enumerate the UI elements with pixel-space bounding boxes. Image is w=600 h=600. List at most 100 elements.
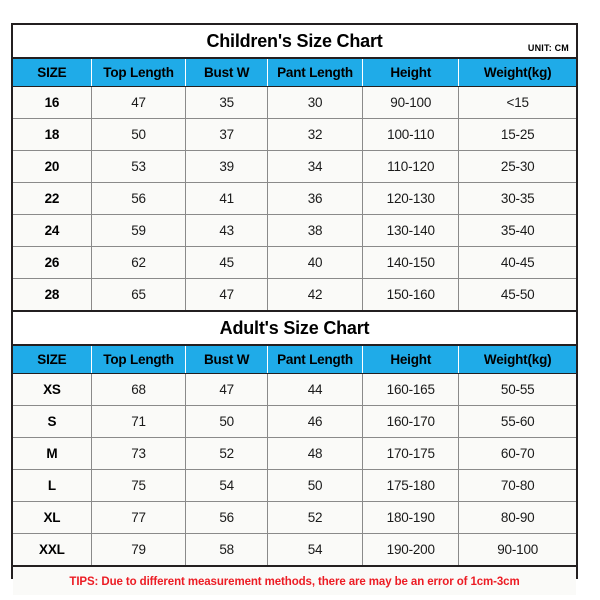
- cell-weight: 70-80: [458, 469, 576, 502]
- cell-height: 110-120: [362, 150, 460, 183]
- adult-title-cell: Adult's Size Chart: [13, 312, 576, 346]
- cell-bust-w: 56: [185, 501, 268, 534]
- column-header-weight: Weight(kg): [458, 58, 576, 87]
- cell-height: 170-175: [362, 437, 460, 470]
- cell-height: 180-190: [362, 501, 460, 534]
- children-title-cell: Children's Size Chart UNIT: CM: [13, 25, 576, 59]
- cell-bust-w: 47: [185, 373, 268, 406]
- cell-pant-length: 30: [267, 86, 364, 119]
- cell-top-length: 73: [91, 437, 187, 470]
- adult-title-row: Adult's Size Chart: [13, 312, 576, 346]
- cell-pant-length: 54: [267, 533, 364, 567]
- cell-top-length: 79: [91, 533, 187, 567]
- table-row: XXL 79 58 54 190-200 90-100: [13, 533, 576, 567]
- cell-pant-length: 50: [267, 469, 364, 502]
- cell-top-length: 53: [91, 150, 187, 183]
- cell-height: 120-130: [362, 182, 460, 215]
- cell-pant-length: 44: [267, 373, 364, 406]
- cell-size: 18: [13, 118, 92, 151]
- cell-pant-length: 46: [267, 405, 364, 438]
- size-chart-container: Children's Size Chart UNIT: CM SIZE Top …: [11, 23, 578, 595]
- table-row: 24 59 43 38 130-140 35-40: [13, 214, 576, 247]
- table-row: L 75 54 50 175-180 70-80: [13, 469, 576, 502]
- cell-height: 130-140: [362, 214, 460, 247]
- column-header-pant-length: Pant Length: [267, 345, 364, 374]
- cell-height: 160-165: [362, 373, 460, 406]
- column-header-bust-w: Bust W: [185, 345, 268, 374]
- cell-height: 190-200: [362, 533, 460, 567]
- cell-height: 160-170: [362, 405, 460, 438]
- cell-size: XL: [13, 501, 92, 534]
- column-header-top-length: Top Length: [91, 58, 187, 87]
- cell-size: 28: [13, 278, 92, 312]
- cell-bust-w: 52: [185, 437, 268, 470]
- unit-label: UNIT: CM: [527, 43, 569, 53]
- cell-weight: 50-55: [458, 373, 576, 406]
- cell-top-length: 62: [91, 246, 187, 279]
- children-header-row: SIZE Top Length Bust W Pant Length Heigh…: [13, 58, 576, 87]
- cell-size: 22: [13, 182, 92, 215]
- column-header-height: Height: [362, 58, 460, 87]
- table-row: M 73 52 48 170-175 60-70: [13, 437, 576, 470]
- adult-chart-title: Adult's Size Chart: [219, 317, 370, 338]
- cell-size: 26: [13, 246, 92, 279]
- cell-top-length: 71: [91, 405, 187, 438]
- cell-weight: 25-30: [458, 150, 576, 183]
- cell-size: XXL: [13, 533, 92, 567]
- adult-size-table: Adult's Size Chart SIZE Top Length Bust …: [13, 312, 576, 595]
- table-row: 28 65 47 42 150-160 45-50: [13, 278, 576, 312]
- cell-weight: 60-70: [458, 437, 576, 470]
- cell-height: 100-110: [362, 118, 460, 151]
- cell-top-length: 68: [91, 373, 187, 406]
- table-row: XL 77 56 52 180-190 80-90: [13, 501, 576, 534]
- table-row: 22 56 41 36 120-130 30-35: [13, 182, 576, 215]
- column-header-weight: Weight(kg): [458, 345, 576, 374]
- cell-weight: 40-45: [458, 246, 576, 279]
- cell-size: 16: [13, 86, 92, 119]
- table-row: 20 53 39 34 110-120 25-30: [13, 150, 576, 183]
- cell-size: L: [13, 469, 92, 502]
- cell-bust-w: 35: [185, 86, 268, 119]
- tips-note: TIPS: Due to different measurement metho…: [69, 576, 520, 588]
- cell-top-length: 47: [91, 86, 187, 119]
- cell-pant-length: 32: [267, 118, 364, 151]
- column-header-bust-w: Bust W: [185, 58, 268, 87]
- cell-top-length: 75: [91, 469, 187, 502]
- table-row: 26 62 45 40 140-150 40-45: [13, 246, 576, 279]
- cell-bust-w: 45: [185, 246, 268, 279]
- cell-weight: 45-50: [458, 278, 576, 312]
- cell-pant-length: 34: [267, 150, 364, 183]
- cell-pant-length: 40: [267, 246, 364, 279]
- cell-bust-w: 47: [185, 278, 268, 312]
- cell-height: 140-150: [362, 246, 460, 279]
- cell-height: 175-180: [362, 469, 460, 502]
- cell-top-length: 65: [91, 278, 187, 312]
- cell-pant-length: 42: [267, 278, 364, 312]
- tips-cell: TIPS: Due to different measurement metho…: [13, 566, 576, 595]
- column-header-size: SIZE: [13, 58, 92, 87]
- column-header-size: SIZE: [13, 345, 92, 374]
- cell-weight: <15: [458, 86, 576, 119]
- cell-size: M: [13, 437, 92, 470]
- cell-weight: 80-90: [458, 501, 576, 534]
- column-header-top-length: Top Length: [91, 345, 187, 374]
- cell-weight: 30-35: [458, 182, 576, 215]
- cell-weight: 55-60: [458, 405, 576, 438]
- cell-size: 24: [13, 214, 92, 247]
- column-header-pant-length: Pant Length: [267, 58, 364, 87]
- children-title-row: Children's Size Chart UNIT: CM: [13, 25, 576, 59]
- cell-bust-w: 39: [185, 150, 268, 183]
- cell-pant-length: 48: [267, 437, 364, 470]
- adult-header-row: SIZE Top Length Bust W Pant Length Heigh…: [13, 345, 576, 374]
- cell-weight: 35-40: [458, 214, 576, 247]
- cell-size: 20: [13, 150, 92, 183]
- cell-bust-w: 37: [185, 118, 268, 151]
- cell-bust-w: 58: [185, 533, 268, 567]
- table-row: 18 50 37 32 100-110 15-25: [13, 118, 576, 151]
- cell-height: 90-100: [362, 86, 460, 119]
- cell-size: XS: [13, 373, 92, 406]
- cell-pant-length: 38: [267, 214, 364, 247]
- cell-top-length: 77: [91, 501, 187, 534]
- tips-row: TIPS: Due to different measurement metho…: [13, 566, 576, 595]
- cell-size: S: [13, 405, 92, 438]
